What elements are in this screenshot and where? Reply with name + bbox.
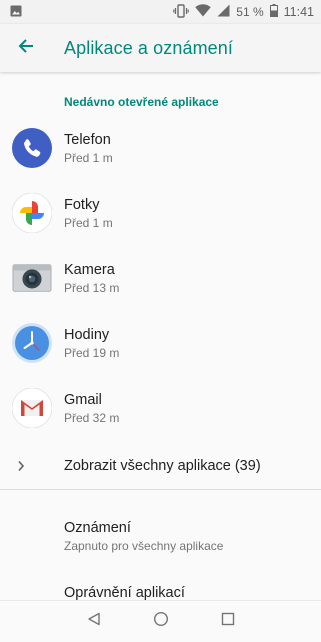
- clock-app-icon: [12, 323, 52, 363]
- app-row-hodiny[interactable]: Hodiny Před 19 m: [0, 311, 321, 375]
- app-name: Kamera: [64, 261, 115, 278]
- setting-notifications[interactable]: Oznámení Zapnuto pro všechny aplikace: [64, 519, 223, 554]
- app-last-used: Před 19 m: [64, 345, 120, 360]
- app-last-used: Před 1 m: [64, 150, 113, 165]
- status-bar: 51 % 11:41: [0, 0, 321, 24]
- arrow-back-icon: [18, 38, 34, 59]
- recent-apps-header: Nedávno otevřené aplikace: [64, 95, 219, 109]
- app-name: Gmail: [64, 391, 102, 408]
- nav-recents-button[interactable]: [216, 610, 240, 634]
- vibrate-icon: [173, 3, 190, 21]
- app-last-used: Před 13 m: [64, 280, 120, 295]
- app-last-used: Před 1 m: [64, 215, 113, 230]
- show-all-apps-label: Zobrazit všechny aplikace (39): [64, 458, 261, 474]
- wifi-icon: [195, 4, 211, 20]
- page-title: Aplikace a oznámení: [64, 37, 233, 58]
- battery-icon: [269, 4, 278, 20]
- setting-title: Oznámení: [64, 520, 131, 536]
- setting-summary: Zapnuto pro všechny aplikace: [64, 539, 224, 553]
- back-triangle-icon: [87, 612, 101, 631]
- gmail-app-icon: [12, 388, 52, 428]
- nav-home-button[interactable]: [149, 610, 173, 634]
- back-button[interactable]: [2, 24, 50, 72]
- nav-back-button[interactable]: [82, 610, 106, 634]
- app-row-gmail[interactable]: Gmail Před 32 m: [0, 376, 321, 440]
- app-name: Telefon: [64, 131, 111, 148]
- app-row-telefon[interactable]: Telefon Před 1 m: [0, 116, 321, 180]
- show-all-apps-button[interactable]: Zobrazit všechny aplikace (39): [0, 450, 321, 482]
- signal-icon: [217, 4, 230, 20]
- photos-app-icon: [12, 193, 52, 233]
- phone-app-icon: [12, 128, 52, 168]
- battery-percent: 51 %: [236, 5, 264, 19]
- chevron-right-icon: [16, 459, 26, 477]
- app-name: Hodiny: [64, 326, 110, 343]
- app-row-kamera[interactable]: Kamera Před 13 m: [0, 246, 321, 310]
- camera-app-icon: [12, 258, 52, 298]
- divider: [0, 489, 321, 490]
- app-last-used: Před 32 m: [64, 410, 120, 425]
- image-notification-icon: [10, 5, 22, 20]
- recents-square-icon: [221, 612, 235, 631]
- navigation-bar: [0, 600, 321, 642]
- status-time: 11:41: [283, 5, 314, 19]
- home-circle-icon: [153, 611, 169, 632]
- app-row-fotky[interactable]: Fotky Před 1 m: [0, 181, 321, 245]
- app-name: Fotky: [64, 196, 100, 213]
- app-bar: Aplikace a oznámení: [0, 24, 321, 72]
